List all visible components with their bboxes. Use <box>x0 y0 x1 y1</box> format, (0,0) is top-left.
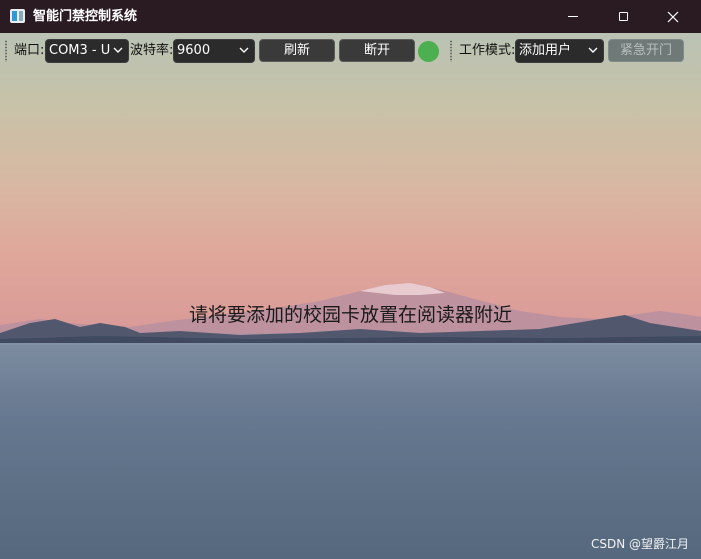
emergency-open-button[interactable]: 紧急开门 <box>608 39 684 62</box>
disconnect-button[interactable]: 断开 <box>339 39 415 62</box>
baud-select[interactable]: 9600 <box>173 39 255 63</box>
window-title: 智能门禁控制系统 <box>33 9 138 24</box>
toolbar: 端口: COM3 - U 波特率: 9600 刷新 断开 工作模式: 添加用户 … <box>0 33 701 70</box>
port-select-value: COM3 - U <box>49 43 111 58</box>
card-prompt-text: 请将要添加的校园卡放置在阅读器附近 <box>188 304 512 326</box>
app-icon <box>10 9 25 23</box>
port-select[interactable]: COM3 - U <box>45 39 129 63</box>
close-icon <box>667 11 679 22</box>
chevron-down-icon <box>113 47 123 53</box>
mode-select-value: 添加用户 <box>519 43 572 58</box>
title-bar[interactable]: 智能门禁控制系统 <box>0 0 701 33</box>
refresh-button[interactable]: 刷新 <box>259 39 335 62</box>
port-label: 端口: <box>14 43 45 58</box>
app-window: 智能门禁控制系统 端口: COM3 - U 波特率: 9600 刷新 断开 工作… <box>0 0 701 559</box>
baud-label: 波特率: <box>130 43 174 58</box>
baud-select-value: 9600 <box>177 43 211 58</box>
toolbar-grip[interactable] <box>450 40 452 62</box>
landscape-scene <box>0 33 701 559</box>
close-button[interactable] <box>650 0 696 33</box>
chevron-down-icon <box>588 47 598 53</box>
minimize-icon <box>568 16 578 17</box>
watermark: CSDN @望爵江月 <box>590 537 689 551</box>
maximize-icon <box>618 12 628 21</box>
mode-select[interactable]: 添加用户 <box>515 39 604 63</box>
toolbar-grip[interactable] <box>5 40 7 62</box>
background-image <box>0 33 701 559</box>
connection-status-indicator <box>418 41 439 62</box>
mode-label: 工作模式: <box>459 43 516 58</box>
maximize-button[interactable] <box>600 0 646 33</box>
minimize-button[interactable] <box>550 0 596 33</box>
chevron-down-icon <box>239 47 249 53</box>
